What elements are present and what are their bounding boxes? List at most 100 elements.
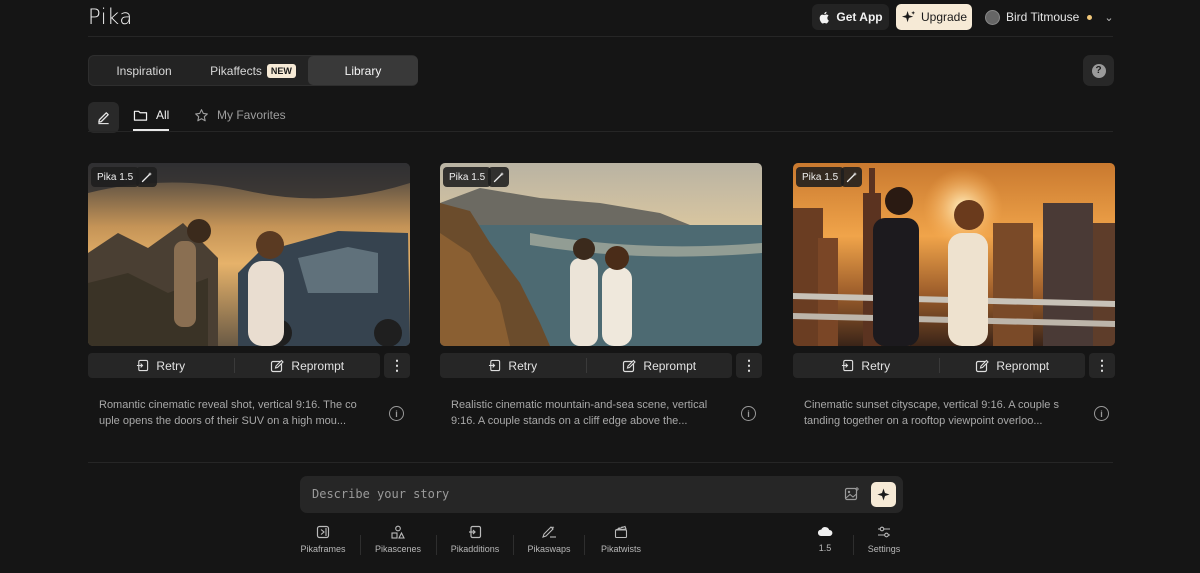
tool-label: Pikadditions — [450, 544, 500, 554]
retry-icon — [137, 359, 149, 372]
tab-bar: Inspiration Pikaffects NEW Library — [88, 55, 418, 86]
tab-label: Inspiration — [116, 63, 172, 78]
model-label: 1.5 — [818, 543, 832, 553]
retry-label: Retry — [861, 358, 891, 373]
filter-favorites-label: My Favorites — [217, 108, 286, 122]
action-group: Retry Reprompt — [793, 353, 1085, 378]
upgrade-label: Upgrade — [920, 10, 968, 24]
edit-icon — [271, 359, 285, 372]
cloud-icon — [817, 527, 833, 536]
info-icon[interactable]: i — [1094, 406, 1109, 421]
upgrade-button[interactable]: Upgrade — [896, 4, 972, 30]
model-badge: Pika 1.5 — [796, 167, 845, 187]
chevron-down-icon: ⌄ — [1104, 11, 1114, 24]
magic-wand-icon[interactable] — [488, 167, 509, 187]
new-badge: NEW — [266, 63, 296, 78]
avatar — [985, 9, 1000, 25]
divider — [513, 535, 514, 555]
tool-pikascenes[interactable]: Pikascenes — [372, 525, 424, 554]
tool-pikatwists[interactable]: Pikatwists — [596, 525, 646, 554]
divider — [853, 535, 854, 555]
card-actions: Retry Reprompt ⋮ — [440, 353, 762, 378]
star-icon — [195, 108, 208, 121]
info-icon[interactable]: i — [389, 406, 404, 421]
divider — [360, 535, 361, 555]
more-options-button[interactable]: ⋮ — [1089, 353, 1115, 378]
sparkle-icon — [901, 10, 916, 22]
retry-button[interactable]: Retry — [793, 353, 939, 378]
notification-dot — [1087, 14, 1093, 20]
video-thumbnail[interactable]: Pika 1.5 — [88, 163, 410, 346]
retry-button[interactable]: Retry — [88, 353, 234, 378]
retry-label: Retry — [508, 358, 538, 373]
pika-logo[interactable]: Pika — [88, 5, 133, 29]
video-thumbnail[interactable]: Pika 1.5 — [793, 163, 1115, 346]
model-badge: Pika 1.5 — [443, 167, 492, 187]
prompt-bar — [300, 476, 903, 513]
add-in-icon — [469, 525, 482, 539]
prompt-description: Realistic cinematic mountain-and-sea sce… — [451, 399, 708, 427]
retry-icon — [489, 359, 501, 372]
edit-icon — [623, 359, 637, 372]
get-app-label: Get App — [836, 10, 883, 24]
tab-label: Library — [344, 63, 382, 78]
header-divider — [88, 36, 1113, 37]
filter-divider — [88, 131, 1113, 132]
magic-wand-icon[interactable] — [841, 167, 862, 187]
reprompt-label: Reprompt — [291, 358, 345, 373]
tool-pikadditions[interactable]: Pikadditions — [447, 525, 503, 554]
tool-pikaswaps[interactable]: Pikaswaps — [524, 525, 574, 554]
bottom-divider — [88, 462, 1113, 463]
generate-button[interactable] — [871, 482, 896, 507]
folder-icon — [133, 110, 148, 121]
divider — [584, 535, 585, 555]
reprompt-button[interactable]: Reprompt — [235, 353, 381, 378]
prompt-description: Cinematic sunset cityscape, vertical 9:1… — [804, 399, 1059, 427]
pencil-icon — [98, 112, 109, 125]
image-upload-icon[interactable] — [844, 486, 860, 502]
retry-button[interactable]: Retry — [440, 353, 586, 378]
brush-swap-icon — [542, 526, 556, 538]
more-options-button[interactable]: ⋮ — [736, 353, 762, 378]
tab-library[interactable]: Library — [308, 56, 418, 85]
sparkle-icon — [877, 488, 890, 501]
tool-label: Pikaframes — [300, 544, 346, 554]
tool-label: Pikascenes — [374, 544, 422, 554]
video-thumbnail[interactable]: Pika 1.5 — [440, 163, 762, 346]
settings-button[interactable]: Settings — [862, 525, 906, 554]
reprompt-label: Reprompt — [996, 358, 1050, 373]
tool-label: Pikaswaps — [527, 544, 571, 554]
filter-all[interactable]: All — [133, 104, 169, 126]
divider — [436, 535, 437, 555]
shapes-icon — [391, 525, 405, 539]
frames-icon — [316, 525, 330, 539]
card-actions: Retry Reprompt ⋮ — [88, 353, 410, 378]
reprompt-button[interactable]: Reprompt — [940, 353, 1086, 378]
card-actions: Retry Reprompt ⋮ — [793, 353, 1115, 378]
tab-label: Pikaffects — [210, 63, 262, 78]
tool-label: Pikatwists — [600, 544, 641, 554]
magic-wand-icon[interactable] — [136, 167, 157, 187]
edit-icon — [976, 359, 990, 372]
edit-button[interactable] — [88, 102, 119, 133]
help-button[interactable]: ? — [1083, 55, 1114, 86]
apple-icon — [820, 11, 830, 23]
tool-pikaframes[interactable]: Pikaframes — [298, 525, 348, 554]
more-options-button[interactable]: ⋮ — [384, 353, 410, 378]
reprompt-button[interactable]: Reprompt — [587, 353, 733, 378]
retry-label: Retry — [156, 358, 186, 373]
get-app-button[interactable]: Get App — [812, 4, 889, 30]
sliders-icon — [878, 526, 890, 538]
story-input[interactable] — [312, 484, 812, 504]
reprompt-label: Reprompt — [643, 358, 697, 373]
user-menu[interactable]: Bird Titmouse ⌄ — [985, 8, 1114, 26]
settings-label: Settings — [867, 544, 901, 554]
tab-inspiration[interactable]: Inspiration — [89, 56, 199, 85]
info-icon[interactable]: i — [741, 406, 756, 421]
model-selector[interactable]: 1.5 — [810, 525, 840, 553]
tab-pikaffects[interactable]: Pikaffects NEW — [199, 56, 307, 85]
filter-all-label: All — [156, 108, 170, 122]
top-bar: Pika Get App Upgrade Bird Titmouse ⌄ — [0, 0, 1200, 36]
filter-favorites[interactable]: My Favorites — [194, 104, 286, 126]
prompt-description: Romantic cinematic reveal shot, vertical… — [99, 399, 357, 427]
